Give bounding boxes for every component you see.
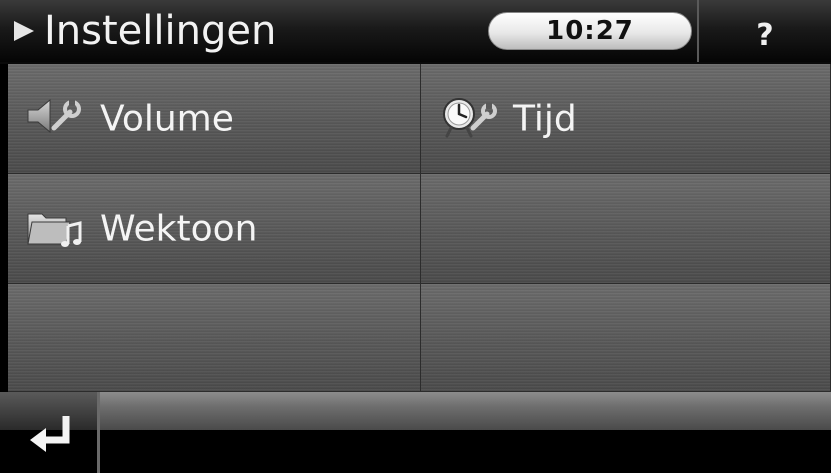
menu-item-volume[interactable]: Volume	[8, 64, 421, 174]
clock-settings-icon	[443, 97, 497, 137]
menu-item-label: Volume	[100, 98, 234, 139]
empty-menu-slot	[421, 174, 831, 284]
volume-settings-icon	[27, 98, 81, 133]
empty-menu-slot	[421, 284, 831, 392]
footer-bar	[0, 392, 831, 473]
back-button[interactable]	[0, 392, 97, 473]
menu-item-tijd[interactable]: Tijd	[421, 64, 831, 174]
footer-status-strip	[100, 392, 831, 430]
clock-display: 10:27	[488, 12, 692, 50]
header-bar: Instellingen 10:27 ?	[0, 0, 831, 64]
settings-screen: Instellingen 10:27 ? Volume Tijd Wektoon	[0, 0, 831, 473]
alarm-tone-folder-icon	[27, 213, 82, 247]
menu-item-wektoon[interactable]: Wektoon	[8, 174, 421, 284]
footer-divider	[97, 392, 100, 473]
menu-item-label: Wektoon	[100, 208, 258, 249]
title-arrow-icon	[14, 21, 34, 41]
help-button[interactable]: ?	[699, 0, 831, 62]
page-title: Instellingen	[44, 8, 277, 54]
return-arrow-icon	[30, 416, 70, 452]
empty-menu-slot	[8, 284, 421, 392]
menu-item-label: Tijd	[513, 98, 577, 139]
